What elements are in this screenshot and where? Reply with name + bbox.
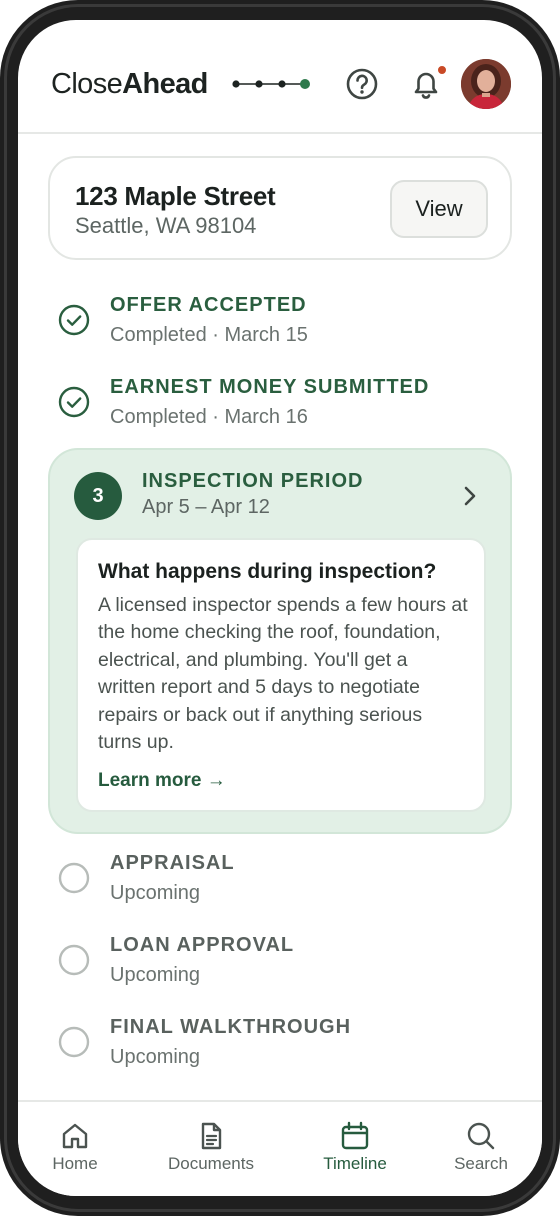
step-subtitle: Upcoming (110, 1046, 201, 1068)
timeline-step-completed[interactable]: OFFER ACCEPTED Completed · March 15 (18, 294, 542, 356)
step-title: OFFER ACCEPTED (110, 294, 307, 316)
app-logo[interactable]: CloseAhead (51, 68, 208, 101)
nav-item-home[interactable]: Home (30, 1102, 120, 1196)
chevron-right-icon[interactable] (454, 480, 486, 512)
app-screen: CloseAhead 123 Maple Street Seattle, WA … (18, 20, 542, 1196)
learn-more-link[interactable]: Learn more → (98, 770, 226, 792)
nav-label: Home (52, 1154, 98, 1173)
home-icon (62, 1123, 88, 1149)
app-header: CloseAhead (18, 20, 542, 134)
empty-circle-icon (58, 1026, 90, 1058)
step-title: INSPECTION PERIOD (142, 470, 364, 492)
property-card: 123 Maple Street Seattle, WA 98104 View (48, 156, 512, 260)
progress-dot (232, 80, 240, 88)
property-address: 123 Maple Street (75, 181, 276, 211)
nav-item-timeline[interactable]: Timeline (310, 1102, 400, 1196)
timeline-step-upcoming[interactable]: LOAN APPROVAL Upcoming (18, 934, 542, 996)
empty-circle-icon (58, 944, 90, 976)
nav-item-search[interactable]: Search (436, 1102, 526, 1196)
step-title: LOAN APPROVAL (110, 934, 295, 956)
step-title: APPRAISAL (110, 852, 235, 874)
step-title: FINAL WALKTHROUGH (110, 1016, 352, 1038)
document-icon (201, 1122, 222, 1150)
logo-text-light: Close (51, 68, 123, 100)
progress-dot (255, 80, 263, 88)
nav-label: Documents (168, 1154, 254, 1173)
timeline-step-upcoming[interactable]: APPRAISAL Upcoming (18, 852, 542, 914)
step-subtitle: Upcoming (110, 964, 201, 986)
nav-label: Timeline (323, 1154, 387, 1173)
check-circle-icon (58, 304, 90, 336)
notification-dot (436, 64, 448, 76)
step-number-badge: 3 (74, 472, 122, 520)
info-body: A licensed inspector spends a few hours … (98, 594, 468, 754)
step-subtitle: Completed · March 15 (110, 324, 308, 346)
check-circle-icon (58, 386, 90, 418)
user-avatar[interactable] (461, 59, 511, 109)
info-heading: What happens during inspection? (98, 560, 437, 583)
bottom-navigation: Home Documents Timeline Search (18, 1100, 542, 1196)
help-circle-icon[interactable] (342, 64, 382, 104)
progress-dot (278, 80, 286, 88)
nav-label: Search (454, 1154, 508, 1173)
empty-circle-icon (58, 862, 90, 894)
progress-dot-current (300, 79, 310, 89)
timeline-step-current[interactable]: 3 INSPECTION PERIOD Apr 5 – Apr 12 What … (48, 448, 512, 834)
property-city: Seattle, WA 98104 (75, 213, 257, 238)
progress-dots-indicator (232, 79, 310, 89)
timeline-step-completed[interactable]: EARNEST MONEY SUBMITTED Completed · Marc… (18, 376, 542, 438)
step-title: EARNEST MONEY SUBMITTED (110, 376, 430, 398)
step-dates: Apr 5 – Apr 12 (142, 496, 270, 518)
nav-item-documents[interactable]: Documents (156, 1102, 266, 1196)
logo-text-bold: Ahead (122, 68, 208, 100)
view-property-button[interactable]: View (390, 180, 488, 238)
search-icon (467, 1122, 495, 1150)
timeline-step-upcoming[interactable]: FINAL WALKTHROUGH Upcoming (18, 1016, 542, 1078)
step-subtitle: Upcoming (110, 882, 201, 904)
inspection-info-card: What happens during inspection? A licens… (76, 538, 486, 812)
step-subtitle: Completed · March 16 (110, 406, 308, 428)
calendar-icon (341, 1121, 369, 1150)
phone-frame: CloseAhead 123 Maple Street Seattle, WA … (0, 0, 560, 1216)
